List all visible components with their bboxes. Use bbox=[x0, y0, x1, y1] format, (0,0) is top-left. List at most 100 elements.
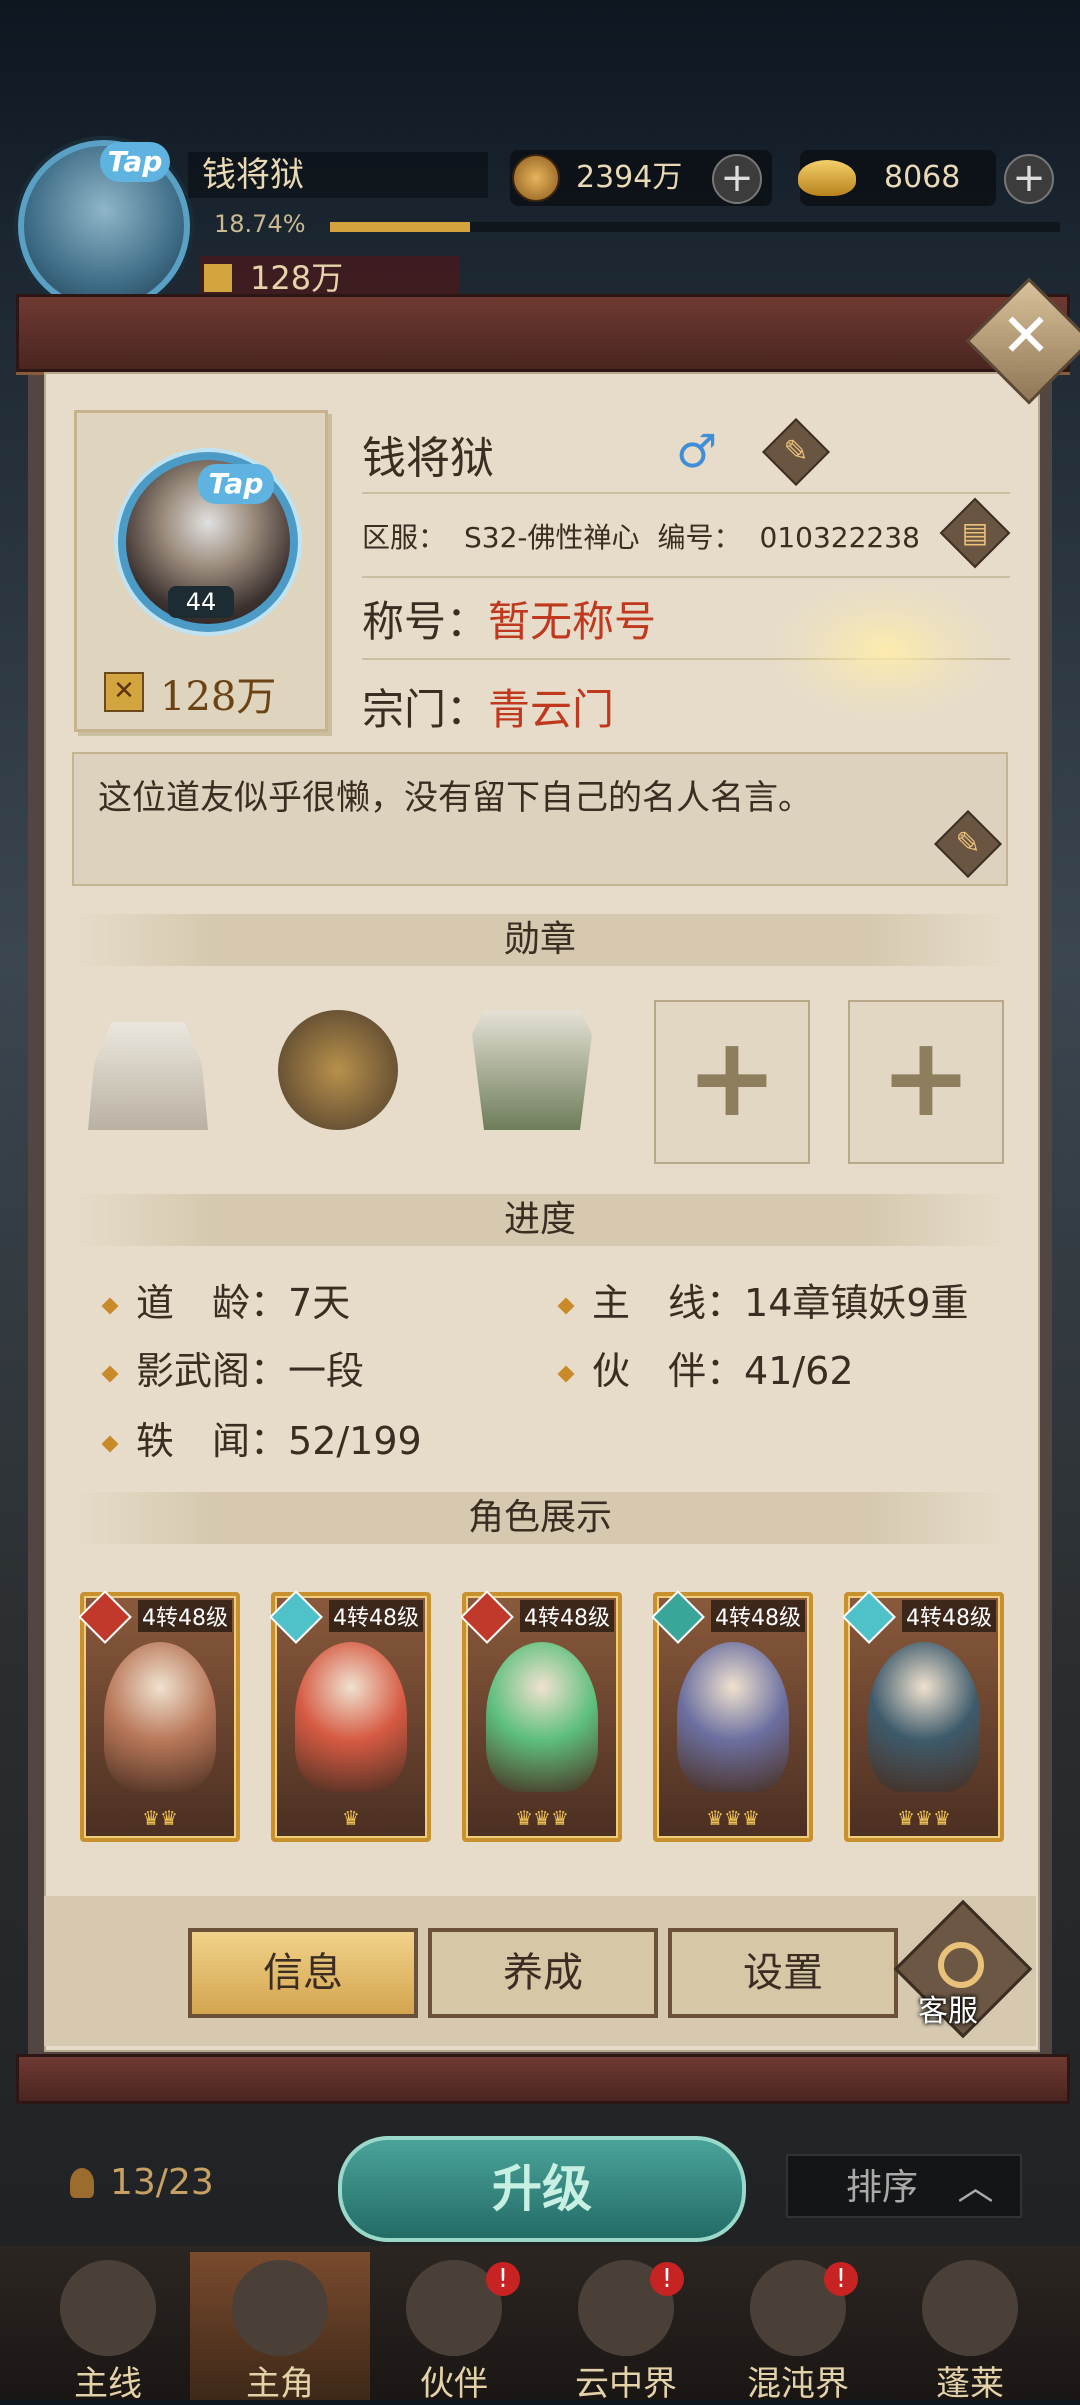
hero-rank-icons: ♛♛♛ bbox=[706, 1806, 760, 1830]
hero-card[interactable]: 4转48级 ♛ bbox=[269, 1590, 431, 1842]
hero-element-icon bbox=[460, 1590, 514, 1644]
nav-chaos-realm[interactable]: 混沌界 bbox=[708, 2252, 888, 2404]
hero-figure bbox=[868, 1642, 980, 1792]
gold-value: 8068 bbox=[884, 160, 961, 195]
hero-count: 13/23 bbox=[110, 2162, 214, 2203]
settings-button[interactable]: 设置 bbox=[668, 1928, 898, 2018]
progress-lore-label: 轶 闻： bbox=[136, 1419, 289, 1463]
progress-mainline-label: 主 线： bbox=[592, 1281, 745, 1325]
dragon-medal-icon[interactable] bbox=[278, 1010, 398, 1130]
document-icon: ▤ bbox=[961, 516, 989, 549]
sort-button[interactable]: 排序 ︿ bbox=[786, 2154, 1022, 2218]
progress-pavilion: 影武阁：一段 bbox=[101, 1340, 365, 1395]
player-level: 44 bbox=[168, 586, 234, 618]
progress-section-title: 进度 bbox=[72, 1194, 1008, 1246]
hero-level: 4转48级 bbox=[520, 1600, 614, 1632]
hero-rank-icons: ♛ bbox=[342, 1806, 360, 1830]
hero-level: 4转48级 bbox=[902, 1600, 996, 1632]
male-gender-icon: ♂ bbox=[676, 424, 718, 478]
brush-icon: ✎ bbox=[955, 826, 981, 861]
alert-badge-icon: ! bbox=[824, 2262, 858, 2296]
bullet-icon bbox=[557, 1365, 575, 1382]
panel-bottom-bar bbox=[16, 2054, 1070, 2104]
add-coin-button[interactable]: + bbox=[712, 154, 762, 204]
hero-level: 4转48级 bbox=[138, 1600, 232, 1632]
progress-lore-value: 52/199 bbox=[288, 1419, 422, 1463]
progress-partner-label: 伙 伴： bbox=[592, 1349, 745, 1393]
progress-age-value: 7天 bbox=[288, 1281, 351, 1325]
divider bbox=[362, 576, 1010, 578]
coin-value: 2394万 bbox=[576, 160, 683, 195]
bullet-icon bbox=[101, 1297, 119, 1314]
hero-element-icon bbox=[842, 1590, 896, 1644]
title-row: 称号：暂无称号 bbox=[362, 588, 656, 649]
nav-partner-label: 伙伴 bbox=[420, 2364, 488, 2404]
bullet-icon bbox=[101, 1435, 119, 1452]
hero-card[interactable]: 4转48级 ♛♛♛ bbox=[651, 1590, 813, 1842]
hero-rank-icons: ♛♛ bbox=[142, 1806, 178, 1830]
chevron-up-icon: ︿ bbox=[957, 2167, 994, 2208]
progress-age-label: 道 龄： bbox=[136, 1281, 289, 1325]
nav-penglai[interactable]: 蓬莱 bbox=[880, 2252, 1060, 2404]
hero-card[interactable]: 4转48级 ♛♛♛ bbox=[842, 1590, 1004, 1842]
plus-icon: + bbox=[685, 1013, 779, 1141]
sect-value: 青云门 bbox=[488, 685, 615, 734]
info-button[interactable]: 信息 bbox=[188, 1928, 418, 2018]
brush-icon: ✎ bbox=[783, 434, 809, 469]
sect-label: 宗门： bbox=[362, 685, 489, 734]
hero-figure bbox=[486, 1642, 598, 1792]
nav-hero-label: 主角 bbox=[246, 2364, 314, 2404]
panel-top-bar bbox=[16, 294, 1070, 372]
portrait-tap-badge: Tap bbox=[198, 464, 274, 504]
customer-service-label: 客服 bbox=[918, 1994, 978, 2029]
progress-age: 道 龄：7天 bbox=[101, 1272, 351, 1327]
player-power: 128万 bbox=[160, 674, 277, 720]
gold-ingot-icon bbox=[798, 160, 856, 196]
hud-power-icon bbox=[204, 264, 232, 292]
progress-pavilion-value: 一段 bbox=[288, 1349, 365, 1393]
nav-cloud-realm[interactable]: 云中界 bbox=[536, 2252, 716, 2404]
headset-icon bbox=[938, 1942, 984, 1988]
motto-text: 这位道友似乎很懒，没有留下自己的名人名言。 bbox=[98, 778, 812, 818]
empty-medal-slot[interactable]: + bbox=[654, 1000, 810, 1164]
sparkle-effect bbox=[770, 580, 1000, 720]
sect-row: 宗门：青云门 bbox=[362, 676, 614, 737]
hero-rank-icons: ♛♛♛ bbox=[515, 1806, 569, 1830]
progress-mainline: 主 线：14章镇妖9重 bbox=[557, 1272, 969, 1327]
hero-card[interactable]: 4转48级 ♛♛ bbox=[78, 1590, 240, 1842]
bullet-icon bbox=[557, 1297, 575, 1314]
hero-figure bbox=[104, 1642, 216, 1792]
upgrade-button[interactable]: 升级 bbox=[338, 2136, 746, 2242]
add-gold-button[interactable]: + bbox=[1004, 154, 1054, 204]
close-icon[interactable]: ✕ bbox=[990, 300, 1062, 372]
coin-icon bbox=[512, 154, 560, 202]
hud-power-value: 128万 bbox=[250, 259, 344, 297]
hud-exp-bar-fill bbox=[330, 222, 470, 232]
heroes-section-title: 角色展示 bbox=[72, 1492, 1008, 1544]
hero-element-icon bbox=[78, 1590, 132, 1644]
empty-medal-slot[interactable]: + bbox=[848, 1000, 1004, 1164]
crossed-swords-icon bbox=[60, 2260, 156, 2356]
sort-label: 排序 bbox=[846, 2167, 919, 2208]
nav-hero[interactable]: 主角 bbox=[190, 2252, 370, 2404]
hero-helmet-icon bbox=[232, 2260, 328, 2356]
shield-medal-icon[interactable] bbox=[472, 1010, 592, 1130]
nav-penglai-label: 蓬莱 bbox=[936, 2364, 1004, 2404]
develop-button[interactable]: 养成 bbox=[428, 1928, 658, 2018]
medals-section-title: 勋章 bbox=[72, 914, 1008, 966]
hero-rank-icons: ♛♛♛ bbox=[897, 1806, 951, 1830]
server-value: S32-佛性禅心 bbox=[464, 521, 640, 554]
nav-mainline[interactable]: 主线 bbox=[18, 2252, 198, 2404]
id-value: 010322238 bbox=[759, 521, 920, 554]
title-label: 称号： bbox=[362, 597, 489, 646]
id-label: 编号： bbox=[657, 521, 742, 554]
hero-level: 4转48级 bbox=[711, 1600, 805, 1632]
progress-partner: 伙 伴：41/62 bbox=[557, 1340, 854, 1395]
progress-lore: 轶 闻：52/199 bbox=[101, 1410, 422, 1465]
player-name: 钱将狱 bbox=[362, 433, 494, 484]
progress-mainline-value: 14章镇妖9重 bbox=[744, 1281, 969, 1325]
alert-badge-icon: ! bbox=[650, 2262, 684, 2296]
server-label: 区服： bbox=[362, 521, 447, 554]
hero-figure bbox=[677, 1642, 789, 1792]
hero-card[interactable]: 4转48级 ♛♛♛ bbox=[460, 1590, 622, 1842]
